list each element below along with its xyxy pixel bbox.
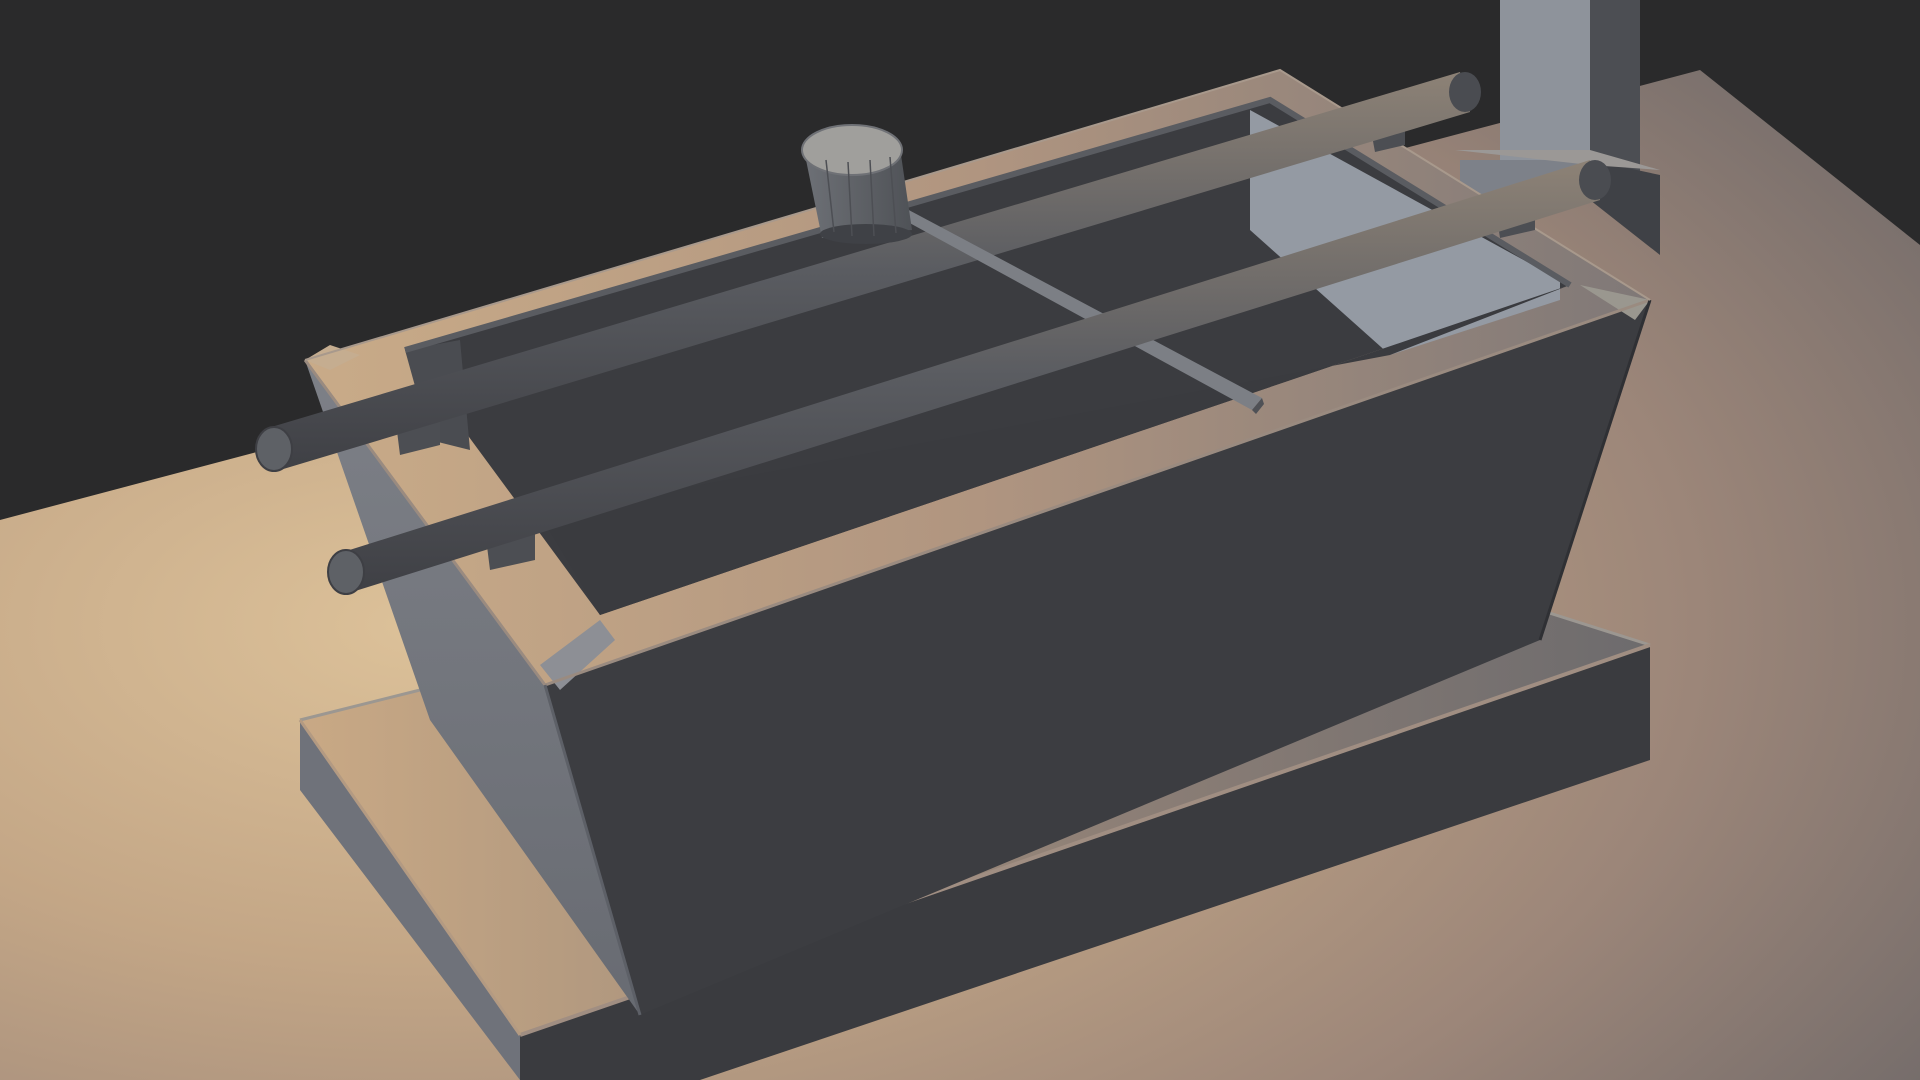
3d-viewport[interactable] — [0, 0, 1920, 1080]
viewport-render[interactable] — [0, 0, 1920, 1080]
